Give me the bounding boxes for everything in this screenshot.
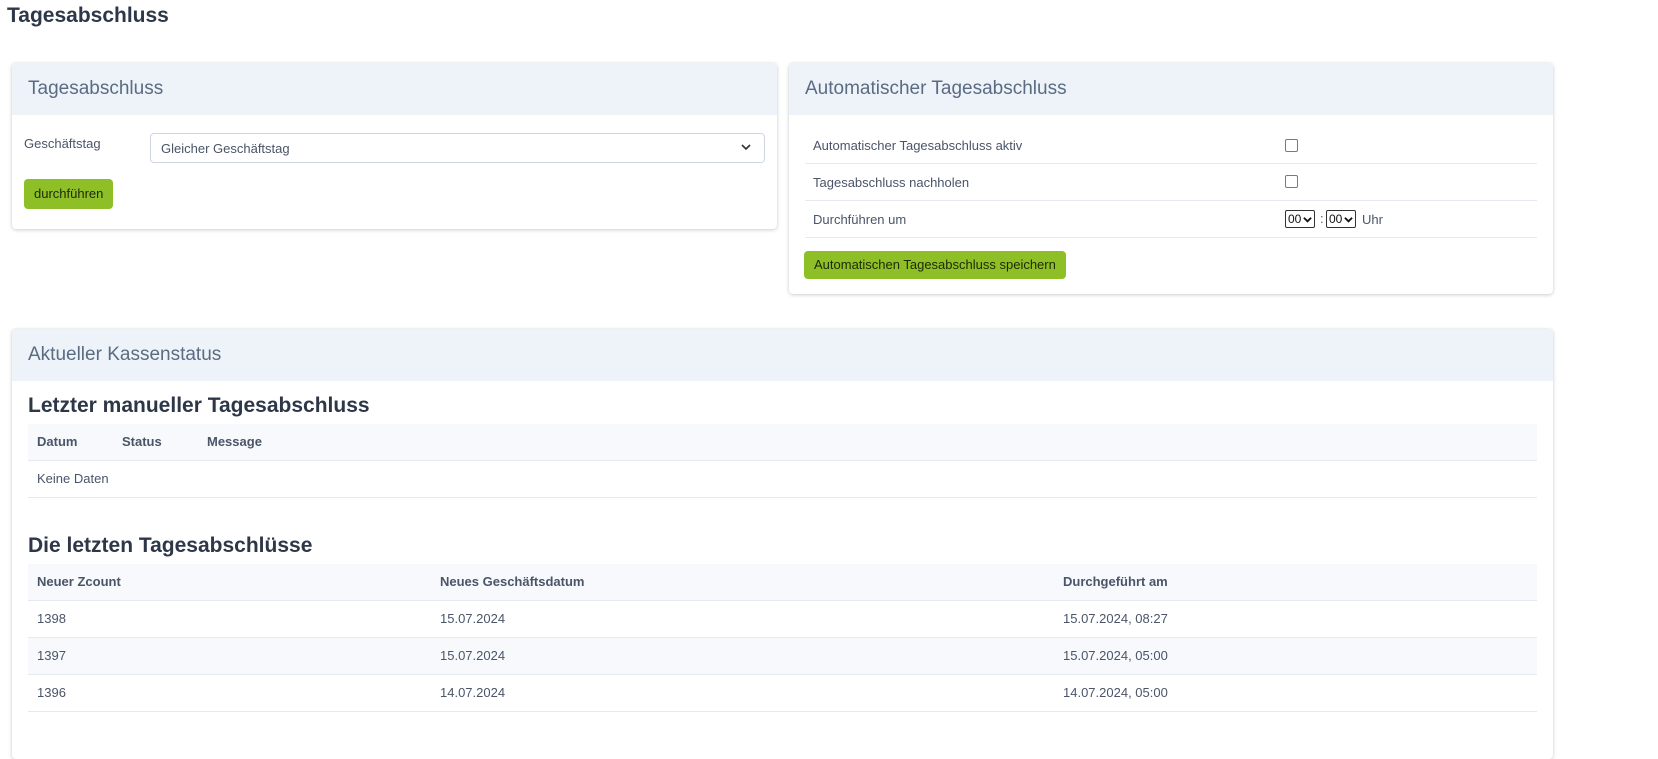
- minute-select[interactable]: 00: [1326, 210, 1357, 228]
- business-day-select[interactable]: Gleicher Geschäftstag: [150, 133, 765, 163]
- table-row: 1396 14.07.2024 14.07.2024, 05:00: [28, 675, 1537, 712]
- hour-select[interactable]: 00: [1285, 210, 1316, 228]
- zcount-cell: 1397: [37, 648, 66, 663]
- business-day-label: Geschäftstag: [24, 136, 101, 151]
- auto-active-label: Automatischer Tagesabschluss aktiv: [813, 138, 1023, 153]
- save-auto-closing-button[interactable]: Automatischen Tagesabschluss speichern: [804, 251, 1066, 279]
- table-header-row: Datum Status Message: [28, 424, 1537, 461]
- register-status-header: Aktueller Kassenstatus: [12, 329, 1553, 381]
- page-title: Tagesabschluss: [7, 4, 169, 27]
- execute-closing-button[interactable]: durchführen: [24, 179, 114, 209]
- chevron-down-icon: [741, 144, 751, 151]
- table-row: 1398 15.07.2024 15.07.2024, 08:27: [28, 601, 1537, 638]
- catchup-checkbox[interactable]: [1285, 175, 1298, 188]
- column-header: Neues Geschäftsdatum: [440, 574, 585, 589]
- run-at-label: Durchführen um: [813, 212, 907, 227]
- column-header: Status: [122, 434, 162, 449]
- recent-closings-table: Neuer Zcount Neues Geschäftsdatum Durchg…: [28, 564, 1537, 712]
- column-header: Neuer Zcount: [37, 574, 121, 589]
- hour-value: 00: [1288, 212, 1302, 226]
- minute-value: 00: [1329, 212, 1343, 226]
- auto-active-checkbox[interactable]: [1285, 139, 1298, 152]
- time-unit: Uhr: [1362, 212, 1383, 227]
- recent-closings-title: Die letzten Tagesabschlüsse: [28, 534, 313, 557]
- divider: [805, 200, 1537, 201]
- business-date-cell: 15.07.2024: [440, 648, 506, 663]
- business-day-value: Gleicher Geschäftstag: [161, 140, 290, 156]
- catchup-label: Tagesabschluss nachholen: [813, 175, 970, 190]
- chevron-down-icon: [1344, 216, 1354, 223]
- last-manual-closing-table: Datum Status Message Keine Daten: [28, 424, 1537, 498]
- zcount-cell: 1398: [37, 611, 66, 626]
- business-date-cell: 15.07.2024: [440, 611, 506, 626]
- divider: [805, 237, 1537, 238]
- auto-closing-card: Automatischer Tagesabschluss Automatisch…: [789, 63, 1553, 294]
- divider: [805, 163, 1537, 164]
- column-header: Datum: [37, 434, 78, 449]
- table-row: 1397 15.07.2024 15.07.2024, 05:00: [28, 638, 1537, 675]
- empty-state-text: Keine Daten: [37, 471, 109, 486]
- time-separator: :: [1320, 211, 1324, 226]
- column-header: Message: [207, 434, 262, 449]
- executed-at-cell: 15.07.2024, 05:00: [1063, 648, 1168, 663]
- last-manual-closing-title: Letzter manueller Tagesabschluss: [28, 394, 370, 417]
- chevron-down-icon: [1303, 216, 1313, 223]
- auto-closing-header: Automatischer Tagesabschluss: [789, 63, 1553, 115]
- executed-at-cell: 14.07.2024, 05:00: [1063, 685, 1168, 700]
- column-header: Durchgeführt am: [1063, 574, 1168, 589]
- table-row: Keine Daten: [28, 461, 1537, 498]
- manual-closing-card: Tagesabschluss Geschäftstag Gleicher Ges…: [12, 63, 777, 229]
- manual-closing-header: Tagesabschluss: [12, 63, 777, 115]
- table-header-row: Neuer Zcount Neues Geschäftsdatum Durchg…: [28, 564, 1537, 601]
- business-date-cell: 14.07.2024: [440, 685, 506, 700]
- register-status-card: Aktueller Kassenstatus Letzter manueller…: [12, 329, 1553, 759]
- executed-at-cell: 15.07.2024, 08:27: [1063, 611, 1168, 626]
- zcount-cell: 1396: [37, 685, 66, 700]
